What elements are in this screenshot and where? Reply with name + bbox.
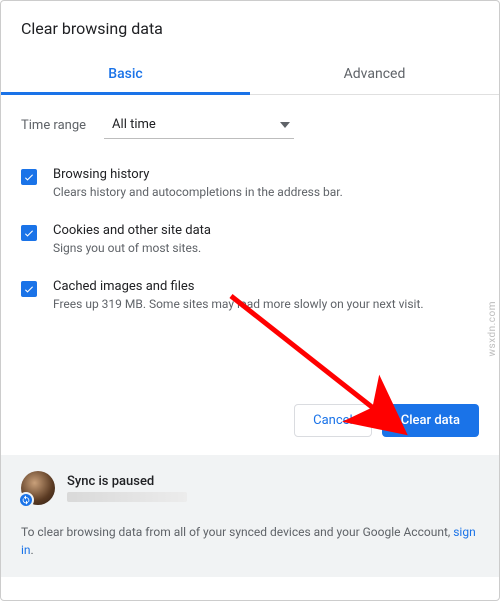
option-desc: Frees up 319 MB. Some sites may load mor… [53,296,424,313]
dialog-body: Time range All time Browsing history Cle… [1,95,499,312]
tab-basic[interactable]: Basic [1,56,250,94]
option-desc: Signs you out of most sites. [53,240,211,257]
clear-data-button[interactable]: Clear data [382,404,479,437]
checkbox-browsing-history[interactable] [21,169,37,185]
option-cookies[interactable]: Cookies and other site data Signs you ou… [21,223,479,257]
sync-status: Sync is paused [67,474,187,489]
option-text: Cookies and other site data Signs you ou… [53,223,211,257]
chevron-down-icon [280,117,290,132]
tab-bar: Basic Advanced [1,56,499,95]
time-range-row: Time range All time [21,111,479,139]
cancel-button[interactable]: Cancel [294,404,372,437]
checkbox-cache[interactable] [21,281,37,297]
option-title: Cached images and files [53,279,424,294]
option-title: Cookies and other site data [53,223,211,238]
check-icon [23,171,35,183]
check-icon [23,283,35,295]
avatar [21,471,55,505]
footer-note-text: To clear browsing data from all of your … [21,525,453,539]
option-text: Cached images and files Frees up 319 MB.… [53,279,424,313]
sync-text: Sync is paused [67,474,187,502]
footer-note-period: . [31,543,34,557]
button-row: Cancel Clear data [1,404,499,437]
time-range-select[interactable]: All time [104,111,294,139]
sync-email-redacted [67,492,187,502]
time-range-label: Time range [21,118,86,133]
footer-note: To clear browsing data from all of your … [21,523,479,559]
tab-advanced[interactable]: Advanced [250,56,499,94]
footer: Sync is paused To clear browsing data fr… [1,455,499,577]
time-range-value: All time [112,117,156,132]
option-text: Browsing history Clears history and auto… [53,167,343,201]
option-browsing-history[interactable]: Browsing history Clears history and auto… [21,167,479,201]
sync-pause-icon [18,492,34,508]
check-icon [23,227,35,239]
dialog-title: Clear browsing data [1,1,499,56]
option-desc: Clears history and autocompletions in th… [53,184,343,201]
sync-row: Sync is paused [21,471,479,505]
option-cache[interactable]: Cached images and files Frees up 319 MB.… [21,279,479,313]
watermark: wsxdn.com [488,301,499,357]
checkbox-cookies[interactable] [21,225,37,241]
option-title: Browsing history [53,167,343,182]
